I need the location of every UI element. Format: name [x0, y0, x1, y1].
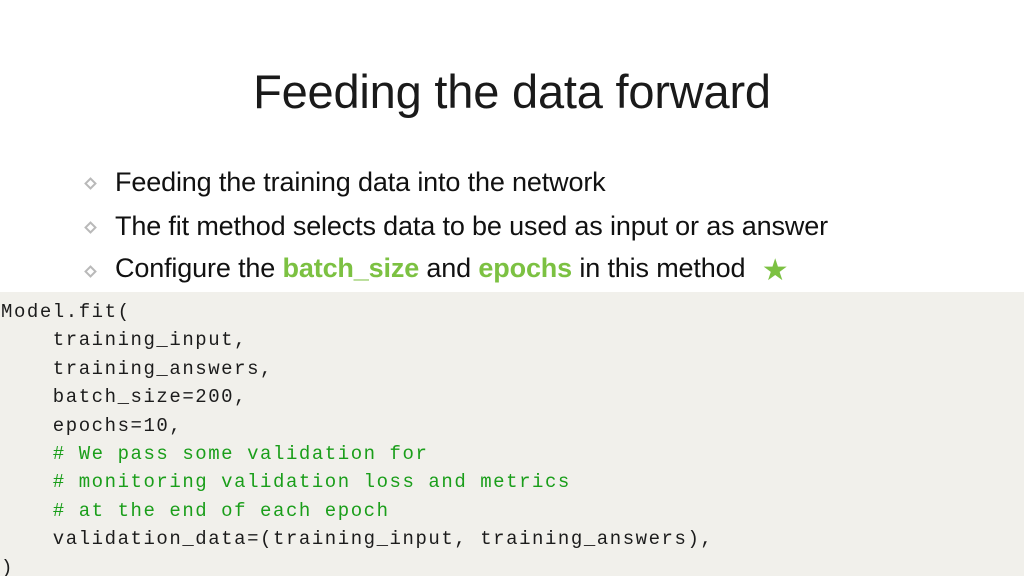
- diamond-bullet-icon: [84, 176, 115, 190]
- code-line: batch_size=200,: [1, 386, 248, 409]
- code-line: training_answers,: [1, 357, 273, 380]
- code-line: epochs=10,: [1, 414, 183, 437]
- presentation-slide: Feeding the data forward Feeding the tra…: [0, 0, 1024, 576]
- list-item: Feeding the training data into the netwo…: [84, 160, 986, 204]
- bullet-item-label: Configure the batch_size and epochs in t…: [115, 252, 789, 287]
- code-line: # monitoring validation loss and metrics: [1, 471, 571, 494]
- code-line: training_input,: [1, 329, 248, 352]
- diamond-bullet-icon: [84, 220, 115, 234]
- bullet-text-segment: in this method: [572, 252, 753, 283]
- keyword-epochs: epochs: [478, 252, 573, 283]
- code-line: # at the end of each epoch: [1, 499, 390, 522]
- bullet-list: Feeding the training data into the netwo…: [84, 160, 986, 292]
- star-icon: ★: [761, 253, 789, 287]
- bullet-item-label: Feeding the training data into the netwo…: [115, 166, 606, 197]
- bullet-item-label: The fit method selects data to be used a…: [115, 210, 828, 241]
- code-line: Model.fit(: [1, 301, 131, 323]
- diamond-bullet-icon: [84, 264, 115, 278]
- keyword-batch-size: batch_size: [282, 252, 420, 283]
- list-item: Configure the batch_size and epochs in t…: [84, 248, 986, 292]
- code-line: # We pass some validation for: [1, 443, 429, 466]
- code-line: validation_data=(training_input, trainin…: [1, 528, 714, 551]
- page-title: Feeding the data forward: [253, 65, 771, 118]
- code-block: Model.fit( training_input, training_answ…: [0, 292, 1024, 576]
- bullet-text-segment: and: [419, 252, 479, 283]
- bullet-text-segment: Configure the: [115, 252, 283, 283]
- code-line: ): [1, 556, 14, 576]
- list-item: The fit method selects data to be used a…: [84, 204, 986, 248]
